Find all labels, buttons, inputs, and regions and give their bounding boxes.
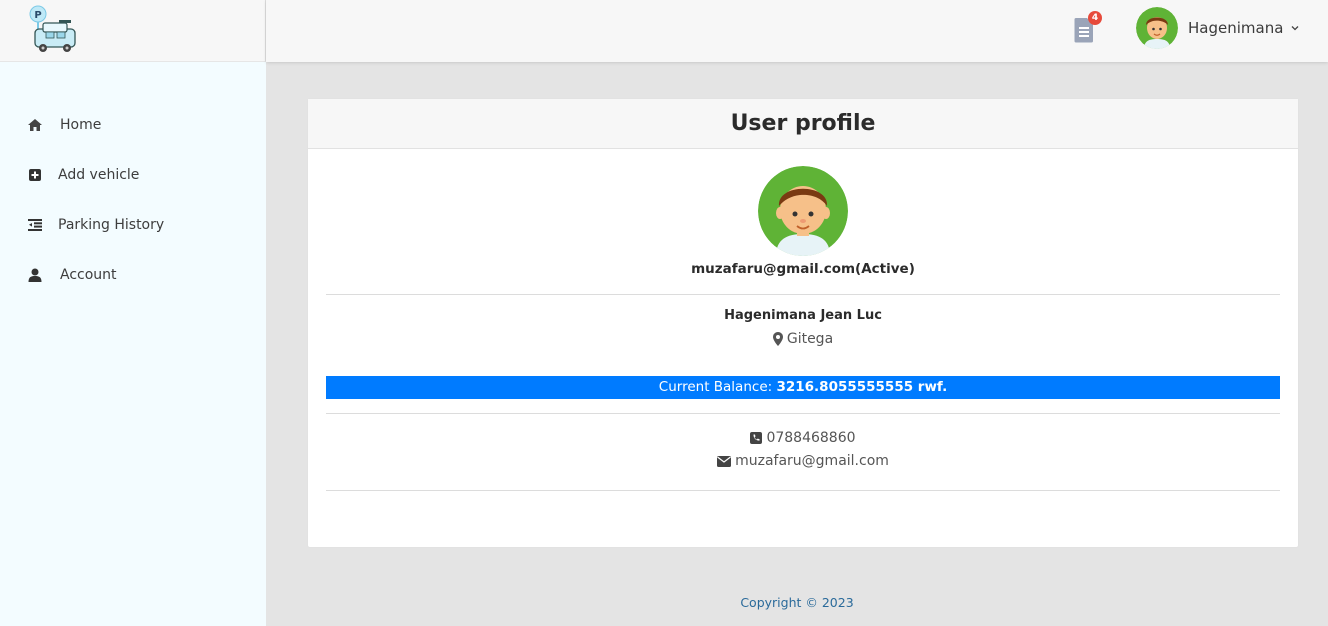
plus-square-icon bbox=[27, 167, 43, 183]
divider bbox=[326, 490, 1280, 491]
email-line: muzafaru@gmail.com bbox=[308, 453, 1298, 469]
sidebar-item-account[interactable]: Account bbox=[0, 250, 266, 300]
location-text: Gitega bbox=[786, 331, 834, 347]
full-name: Hagenimana Jean Luc bbox=[724, 308, 882, 323]
sidebar-item-label: Add vehicle bbox=[58, 167, 140, 183]
divider bbox=[326, 294, 1280, 295]
sidebar-nav: Home Add vehicle Parking History Account bbox=[0, 100, 266, 300]
footer-copyright: Copyright © 2023 bbox=[740, 595, 854, 610]
card-header: User profile bbox=[308, 99, 1298, 149]
notifications-button[interactable]: 4 bbox=[1072, 11, 1102, 43]
balance-bar: Current Balance: 3216.8055555555 rwf. bbox=[326, 376, 1280, 399]
phone-line: 0788468860 bbox=[308, 430, 1298, 446]
user-profile-card: User profile muzafaru@gmail.com(Active) … bbox=[307, 98, 1299, 548]
page-title: User profile bbox=[730, 111, 876, 136]
parking-car-logo[interactable]: P bbox=[26, 4, 78, 54]
avatar bbox=[1136, 7, 1178, 49]
chevron-down-icon bbox=[1291, 26, 1299, 31]
svg-text:P: P bbox=[34, 10, 41, 21]
balance-label: Current Balance: bbox=[658, 379, 773, 395]
divider bbox=[326, 413, 1280, 414]
profile-avatar bbox=[758, 166, 848, 256]
user-menu[interactable]: Hagenimana bbox=[1136, 7, 1299, 49]
envelope-icon bbox=[717, 455, 732, 467]
location: Gitega bbox=[308, 331, 1298, 347]
profile-email-status: muzafaru@gmail.com(Active) bbox=[691, 261, 915, 277]
phone-text: 0788468860 bbox=[766, 430, 856, 446]
user-icon bbox=[27, 267, 43, 283]
user-name: Hagenimana bbox=[1188, 19, 1284, 37]
sidebar-item-label: Account bbox=[60, 267, 117, 283]
balance-value: 3216.8055555555 rwf. bbox=[776, 379, 948, 395]
notification-count-badge: 4 bbox=[1088, 11, 1102, 25]
sidebar-item-label: Parking History bbox=[58, 217, 165, 233]
sidebar-item-add-vehicle[interactable]: Add vehicle bbox=[0, 150, 266, 200]
map-marker-icon bbox=[772, 332, 783, 346]
sidebar-item-parking-history[interactable]: Parking History bbox=[0, 200, 266, 250]
sidebar-item-home[interactable]: Home bbox=[0, 100, 266, 150]
list-indent-icon bbox=[27, 217, 43, 233]
sidebar: P Home Add vehicle Parking History Accou… bbox=[0, 0, 266, 626]
sidebar-item-label: Home bbox=[60, 117, 102, 133]
logo-area: P bbox=[0, 0, 266, 62]
topbar: 4 Hagenimana bbox=[266, 0, 1328, 62]
email-text: muzafaru@gmail.com bbox=[735, 453, 889, 469]
home-icon bbox=[27, 117, 43, 133]
phone-square-icon bbox=[750, 432, 763, 444]
